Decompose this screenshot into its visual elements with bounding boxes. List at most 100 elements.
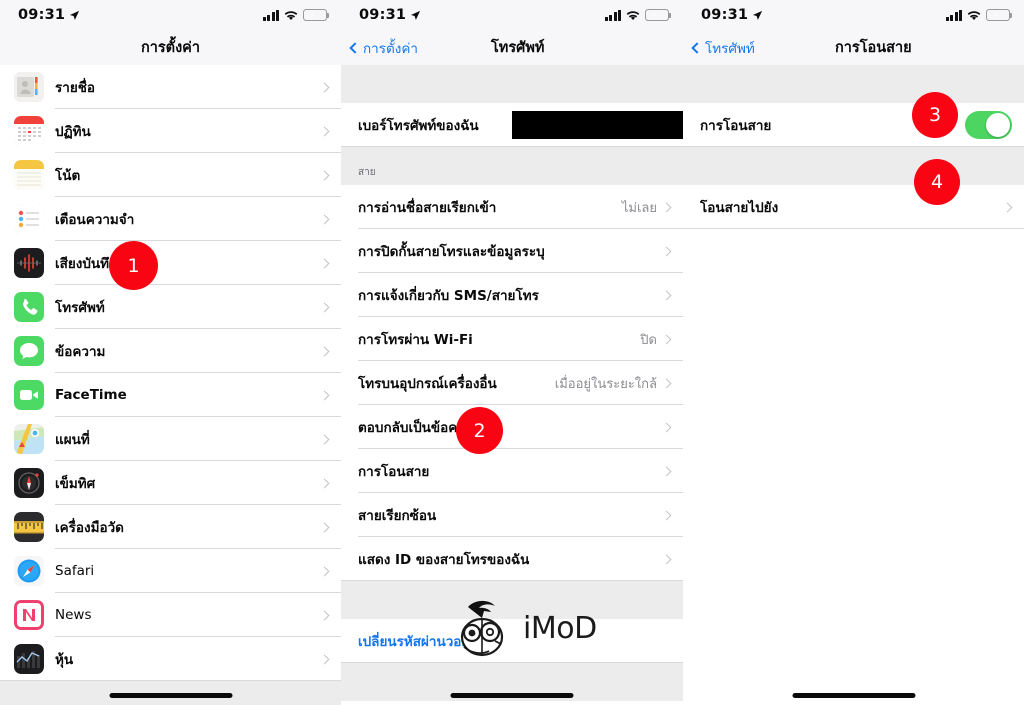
- status-bar-3: 09:31 ⚡: [683, 0, 1024, 30]
- nav-bar-2: การตั้งค่า โทรศัพท์: [341, 30, 683, 65]
- sidebar-item-voice-memos[interactable]: เสียงบันทึก: [0, 241, 341, 285]
- messages-app-icon: [14, 336, 44, 366]
- status-time: 09:31: [359, 6, 407, 23]
- stocks-app-icon: [14, 644, 44, 674]
- panel-phone-settings: 09:31 ⚡ การตั้งค่า โทรศัพท์ เบอร์โทรศัพท…: [341, 0, 683, 705]
- group-separator: [683, 147, 1024, 185]
- sidebar-item-reminders[interactable]: เตือนความจำ: [0, 197, 341, 241]
- wifi-icon: [284, 6, 298, 25]
- step-badge-1: 1: [109, 241, 158, 290]
- sidebar-item-messages[interactable]: ข้อความ: [0, 329, 341, 373]
- location-arrow-icon: [410, 10, 421, 21]
- panel-call-forwarding: 09:31 ⚡ โทรศัพท์ การโอนสาย การโอนสาย โอน…: [683, 0, 1024, 705]
- row-forward-to[interactable]: โอนสายไปยัง: [683, 185, 1024, 229]
- nav-bar-1: การตั้งค่า: [0, 30, 341, 65]
- back-button[interactable]: โทรศัพท์: [683, 37, 755, 59]
- chevron-right-icon: [1002, 202, 1013, 212]
- sidebar-item-contacts[interactable]: รายชื่อ: [0, 65, 341, 109]
- call-forwarding-toggle[interactable]: [965, 111, 1012, 139]
- my-phone-number-row[interactable]: เบอร์โทรศัพท์ของฉัน: [341, 103, 683, 147]
- row-announce-calls[interactable]: การอ่านชื่อสายเรียกเข้า ไม่เลย: [341, 185, 683, 229]
- row-respond-with-text[interactable]: ตอบกลับเป็นข้อความ: [341, 405, 683, 449]
- cellular-bars-icon: [945, 9, 962, 21]
- status-time: 09:31: [701, 6, 749, 23]
- wifi-icon: [967, 6, 981, 25]
- sidebar-item-label: Safari: [55, 563, 95, 579]
- chevron-right-icon: [319, 390, 330, 400]
- battery-charging-icon: ⚡: [645, 9, 672, 21]
- home-indicator: [792, 693, 915, 698]
- page-title: การโอนสาย: [835, 40, 912, 56]
- row-call-waiting[interactable]: สายเรียกซ้อน: [341, 493, 683, 537]
- row-label: การโทรผ่าน Wi-Fi: [358, 332, 473, 348]
- row-dial-assist[interactable]: ผู้ช่วยเรียกสาย: [341, 701, 683, 705]
- facetime-app-icon: [14, 380, 44, 410]
- row-label: การแจ้งเกี่ยวกับ SMS/สายโทร: [358, 288, 539, 304]
- back-button-label: โทรศัพท์: [705, 40, 755, 57]
- notes-app-icon: [14, 160, 44, 190]
- chevron-right-icon: [319, 302, 330, 312]
- sidebar-item-safari[interactable]: Safari: [0, 549, 341, 593]
- row-calls-on-other-devices[interactable]: โทรบนอุปกรณ์เครื่องอื่น เมื่ออยู่ในระยะใ…: [341, 361, 683, 405]
- chevron-right-icon: [661, 422, 672, 432]
- row-call-blocking[interactable]: การปิดกั้นสายโทรและข้อมูลระบุ: [341, 229, 683, 273]
- measure-app-icon: [14, 512, 44, 542]
- status-right-icons: ⚡: [604, 6, 672, 25]
- row-call-forwarding[interactable]: การโอนสาย: [341, 449, 683, 493]
- back-button[interactable]: การตั้งค่า: [341, 37, 418, 59]
- three-panel-screenshot: 09:31 ⚡ การตั้งค่า รายชื่อ ปฏิทิน โน้ต เ…: [0, 0, 1024, 705]
- sidebar-item-calendar[interactable]: ปฏิทิน: [0, 109, 341, 153]
- chevron-right-icon: [319, 654, 330, 664]
- cellular-bars-icon: [262, 9, 279, 21]
- row-label: การโอนสาย: [700, 118, 772, 134]
- battery-charging-icon: ⚡: [986, 9, 1013, 21]
- sidebar-item-phone[interactable]: โทรศัพท์: [0, 285, 341, 329]
- chevron-right-icon: [661, 334, 672, 344]
- sidebar-item-label: เสียงบันทึก: [55, 256, 118, 272]
- sidebar-item-notes[interactable]: โน้ต: [0, 153, 341, 197]
- section-header-label: สาย: [341, 147, 683, 185]
- sidebar-item-label: ข้อความ: [55, 344, 106, 360]
- panel-settings-list: 09:31 ⚡ การตั้งค่า รายชื่อ ปฏิทิน โน้ต เ…: [0, 0, 341, 705]
- row-value: เมื่ออยู่ในระยะใกล้: [554, 376, 657, 392]
- chevron-right-icon: [319, 126, 330, 136]
- sidebar-item-facetime[interactable]: FaceTime: [0, 373, 341, 417]
- step-badge-3: 3: [912, 92, 958, 138]
- sidebar-item-stocks[interactable]: หุ้น: [0, 637, 341, 681]
- step-badge-2: 2: [456, 407, 503, 454]
- row-show-my-caller-id[interactable]: แสดง ID ของสายโทรของฉัน: [341, 537, 683, 581]
- group-separator: [341, 581, 683, 619]
- phone-settings-scroll-area[interactable]: เบอร์โทรศัพท์ของฉัน สาย การอ่านชื่อสายเร…: [341, 65, 683, 705]
- chevron-right-icon: [319, 346, 330, 356]
- chevron-right-icon: [661, 378, 672, 388]
- battery-charging-icon: ⚡: [303, 9, 330, 21]
- chevron-right-icon: [319, 522, 330, 532]
- compass-app-icon: [14, 468, 44, 498]
- row-value: ไม่เลย: [621, 200, 657, 216]
- location-arrow-icon: [752, 10, 763, 21]
- row-label: การอ่านชื่อสายเรียกเข้า: [358, 200, 497, 216]
- row-sms-call-reporting[interactable]: การแจ้งเกี่ยวกับ SMS/สายโทร: [341, 273, 683, 317]
- settings-scroll-area[interactable]: รายชื่อ ปฏิทิน โน้ต เตือนความจำ เสียงบัน…: [0, 65, 341, 705]
- sidebar-item-label: หุ้น: [55, 652, 74, 668]
- status-right-icons: ⚡: [262, 6, 330, 25]
- group-separator: [683, 65, 1024, 103]
- sidebar-item-label: เครื่องมือวัด: [55, 520, 124, 536]
- sidebar-item-measure[interactable]: เครื่องมือวัด: [0, 505, 341, 549]
- row-label: การปิดกั้นสายโทรและข้อมูลระบุ: [358, 244, 545, 260]
- location-arrow-icon: [69, 10, 80, 21]
- call-forwarding-scroll-area[interactable]: การโอนสาย โอนสายไปยัง: [683, 65, 1024, 705]
- calendar-app-icon: [14, 116, 44, 146]
- sidebar-item-compass[interactable]: เข็มทิศ: [0, 461, 341, 505]
- maps-app-icon: [14, 424, 44, 454]
- sidebar-item-maps[interactable]: แผนที่: [0, 417, 341, 461]
- chevron-right-icon: [661, 466, 672, 476]
- chevron-right-icon: [319, 214, 330, 224]
- chevron-right-icon: [319, 434, 330, 444]
- sidebar-item-news[interactable]: News: [0, 593, 341, 637]
- chevron-right-icon: [661, 290, 672, 300]
- change-voicemail-password-button[interactable]: เปลี่ยนรหัสผ่านวอยซ์เมล: [341, 619, 683, 663]
- row-call-forwarding-toggle[interactable]: การโอนสาย: [683, 103, 1024, 147]
- row-wifi-calling[interactable]: การโทรผ่าน Wi-Fi ปิด: [341, 317, 683, 361]
- step-badge-4: 4: [914, 159, 960, 205]
